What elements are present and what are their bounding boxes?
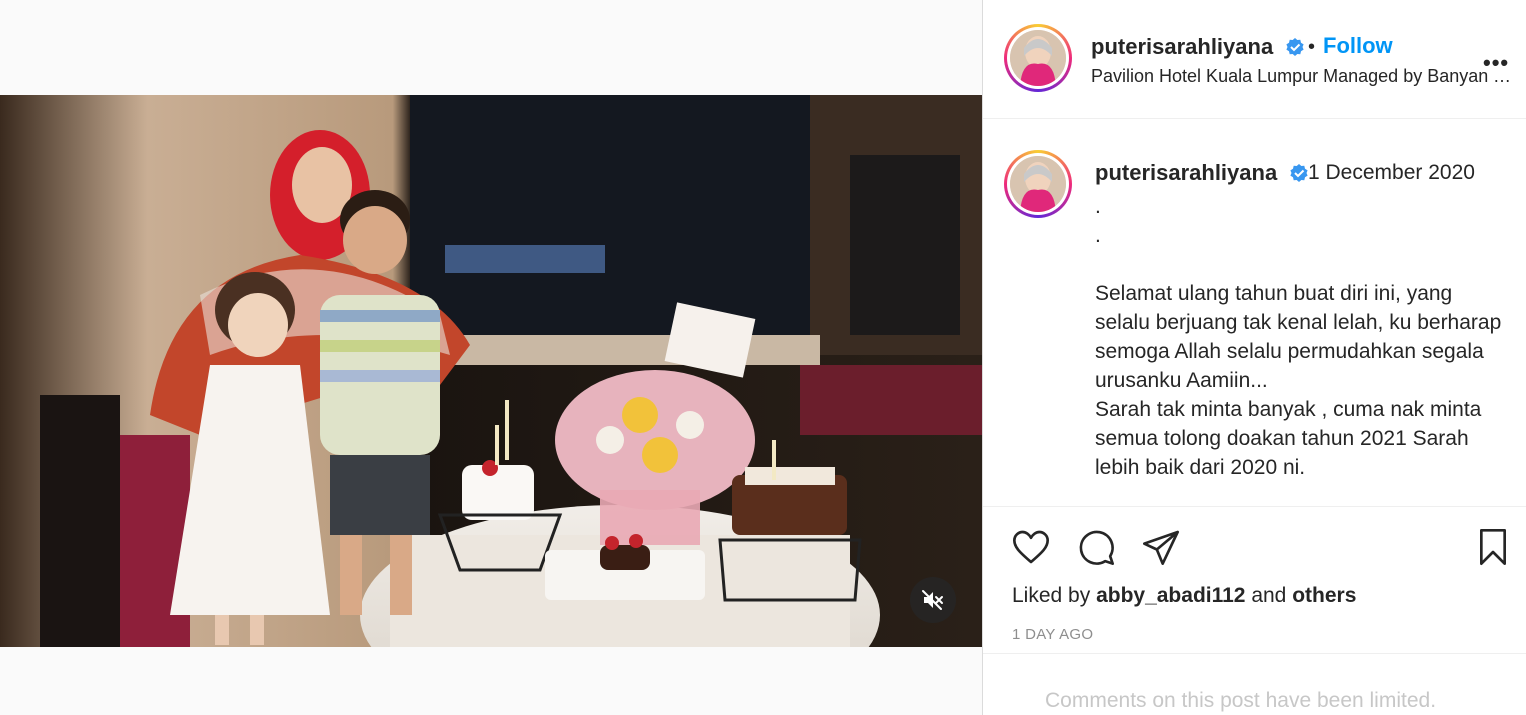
bookmark-icon[interactable] xyxy=(1473,527,1513,567)
post-media-area xyxy=(0,0,982,715)
verified-badge-icon xyxy=(1286,38,1304,56)
caption-area: puterisarahliyana 1 December 2020 . . Se… xyxy=(983,120,1526,506)
header-username-link[interactable]: puterisarahliyana xyxy=(1091,34,1273,59)
verified-badge-icon xyxy=(1290,164,1308,182)
caption-text: . . Selamat ulang tahun buat diri ini, y… xyxy=(1095,195,1502,479)
paper-plane-icon[interactable] xyxy=(1141,527,1181,567)
caption-avatar[interactable] xyxy=(1004,150,1072,218)
more-options-button[interactable]: ••• xyxy=(1483,50,1509,76)
separator-dot: • xyxy=(1308,36,1316,58)
video-frame xyxy=(0,95,982,647)
post-video[interactable] xyxy=(0,95,982,647)
mute-toggle-button[interactable] xyxy=(910,577,956,623)
header-username[interactable]: puterisarahliyana xyxy=(1091,34,1305,60)
post-actions: Liked by abby_abadi112 and others 1 DAY … xyxy=(983,506,1526,656)
post-header: puterisarahliyana • Follow Pavilion Hote… xyxy=(983,0,1526,119)
liked-by-others-link[interactable]: others xyxy=(1292,584,1356,607)
avatar-image xyxy=(1010,156,1066,212)
follow-button[interactable]: Follow xyxy=(1323,33,1393,59)
comment-bubble-icon[interactable] xyxy=(1076,527,1116,567)
speaker-muted-icon xyxy=(922,590,943,610)
avatar-image xyxy=(1010,30,1066,86)
liked-by-user-link[interactable]: abby_abadi112 xyxy=(1096,584,1245,607)
post-timestamp[interactable]: 1 DAY AGO xyxy=(1012,626,1093,643)
avatar[interactable] xyxy=(1004,24,1072,92)
comments-section: Comments on this post have been limited. xyxy=(983,653,1526,715)
caption-username[interactable]: puterisarahliyana xyxy=(1095,160,1309,186)
post-side-panel: puterisarahliyana • Follow Pavilion Hote… xyxy=(982,0,1526,715)
likes-prefix: Liked by xyxy=(1012,584,1097,607)
caption-date: 1 December 2020 xyxy=(1308,161,1475,184)
likes-summary: Liked by abby_abadi112 and others xyxy=(1012,584,1356,608)
comments-limited-notice: Comments on this post have been limited. xyxy=(1045,689,1437,712)
caption-username-link[interactable]: puterisarahliyana xyxy=(1095,160,1277,185)
likes-middle: and xyxy=(1245,584,1293,607)
location-link[interactable]: Pavilion Hotel Kuala Lumpur Managed by B… xyxy=(1091,66,1511,87)
heart-icon[interactable] xyxy=(1011,527,1051,567)
